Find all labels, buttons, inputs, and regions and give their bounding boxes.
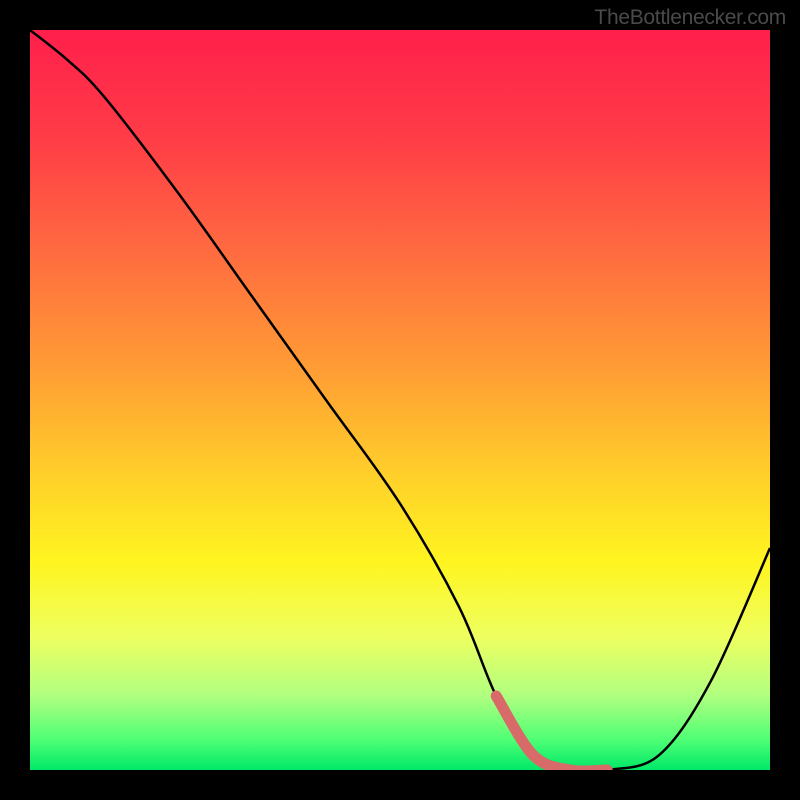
watermark-text: TheBottlenecker.com bbox=[594, 6, 786, 30]
plot-area bbox=[30, 30, 770, 770]
bottleneck-curve bbox=[30, 30, 770, 770]
